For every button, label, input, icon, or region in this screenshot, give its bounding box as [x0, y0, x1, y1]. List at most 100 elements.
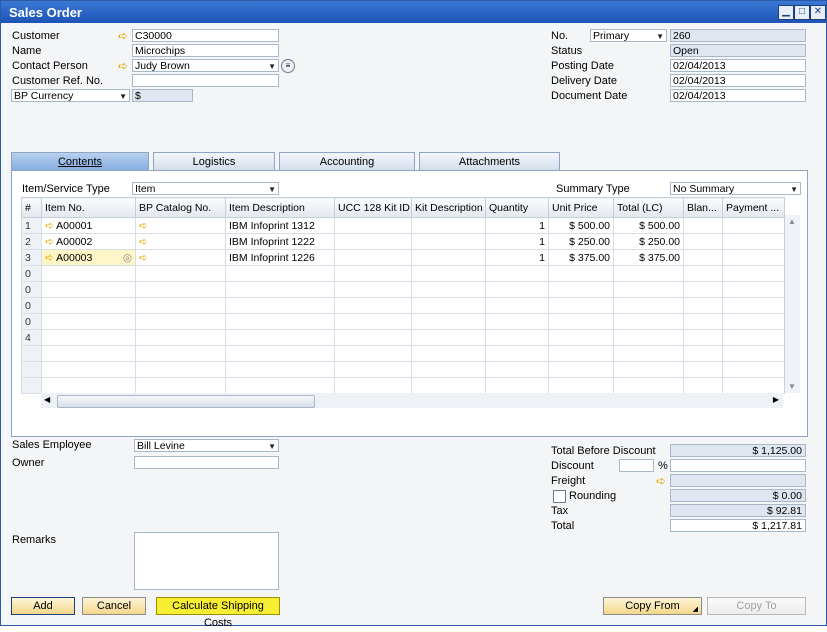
column-header[interactable]: Item Description [225, 197, 335, 218]
contact-details-icon[interactable]: ≡ [281, 59, 295, 73]
table-row[interactable]: 4 [21, 329, 785, 346]
link-arrow-icon[interactable]: ➪ [118, 30, 132, 42]
column-header[interactable]: Total (LC) [613, 197, 684, 218]
item-type-dropdown[interactable]: Item [132, 182, 279, 195]
unit-price-cell[interactable]: $ 500.00 [548, 217, 614, 234]
table-row[interactable]: 0 [21, 281, 785, 298]
summary-type-dropdown[interactable]: No Summary [670, 182, 801, 195]
table-row[interactable] [21, 345, 785, 362]
column-header[interactable]: UCC 128 Kit ID [334, 197, 412, 218]
table-row[interactable]: 0 [21, 265, 785, 282]
table-row[interactable]: 0 [21, 297, 785, 314]
bp-catalog-cell[interactable]: ➪ [135, 233, 226, 250]
column-header[interactable]: Quantity [485, 197, 549, 218]
currency-type-dropdown[interactable]: BP Currency [11, 89, 130, 102]
payment-cell[interactable] [722, 249, 785, 266]
tab-logistics[interactable]: Logistics [153, 152, 275, 170]
description-cell[interactable]: IBM Infoprint 1222 [225, 233, 335, 250]
table-horizontal-scrollbar[interactable]: ◀ ▶ [41, 393, 783, 408]
kit-description-cell[interactable] [411, 233, 486, 250]
table-row[interactable]: 1 ➪ A00001 ➪ IBM Infoprint 1312 1 $ 500.… [21, 217, 785, 234]
kit-description-cell[interactable] [411, 217, 486, 234]
quantity-cell[interactable]: 1 [485, 249, 549, 266]
ucc-kit-cell[interactable] [334, 249, 412, 266]
kit-description-cell[interactable] [411, 249, 486, 266]
discount-amount-field[interactable] [670, 459, 806, 472]
close-icon[interactable]: ✕ [810, 5, 826, 20]
description-cell[interactable]: IBM Infoprint 1312 [225, 217, 335, 234]
tab-contents[interactable]: Contents [11, 152, 149, 170]
quantity-cell[interactable]: 1 [485, 233, 549, 250]
scroll-down-icon[interactable]: ▼ [788, 382, 796, 391]
choose-from-list-icon[interactable]: ◎ [123, 252, 132, 264]
column-header[interactable]: BP Catalog No. [135, 197, 226, 218]
sales-employee-dropdown[interactable]: Bill Levine [134, 439, 279, 452]
table-row[interactable] [21, 377, 785, 394]
link-arrow-icon[interactable]: ➪ [139, 220, 148, 232]
link-arrow-icon[interactable]: ➪ [45, 220, 54, 232]
contact-person-dropdown[interactable]: Judy Brown [132, 59, 279, 72]
delivery-date-field[interactable]: 02/04/2013 [670, 74, 806, 87]
owner-field[interactable] [134, 456, 279, 469]
item-no-cell[interactable]: ➪ A00001 [41, 217, 136, 234]
table-vertical-scrollbar[interactable]: ▲ ▼ [784, 215, 800, 393]
rounding-checkbox[interactable] [553, 490, 566, 503]
quantity-cell[interactable]: 1 [485, 217, 549, 234]
column-header[interactable]: Payment ... [722, 197, 785, 218]
dropdown-corner-icon: ◢ [692, 606, 698, 613]
document-date-field[interactable]: 02/04/2013 [670, 89, 806, 102]
title-bar[interactable]: Sales Order ▁ □ ✕ [1, 1, 826, 23]
remarks-textarea[interactable] [134, 532, 279, 590]
scroll-up-icon[interactable]: ▲ [788, 217, 796, 226]
total-cell[interactable]: $ 500.00 [613, 217, 684, 234]
column-header[interactable]: Kit Description [411, 197, 486, 218]
link-arrow-icon[interactable]: ➪ [139, 252, 148, 264]
table-row[interactable]: 3 ➪ A00003 ◎ ➪ IBM Infoprint 1226 1 $ 375… [21, 249, 785, 266]
column-header[interactable]: Blan... [683, 197, 723, 218]
blanket-cell[interactable] [683, 233, 723, 250]
ucc-kit-cell[interactable] [334, 217, 412, 234]
table-row[interactable]: 2 ➪ A00002 ➪ IBM Infoprint 1222 1 $ 250.… [21, 233, 785, 250]
maximize-icon[interactable]: □ [794, 5, 810, 20]
scroll-right-icon[interactable]: ▶ [773, 395, 779, 404]
name-field[interactable]: Microchips [132, 44, 279, 57]
add-button[interactable]: Add [11, 597, 75, 615]
bp-catalog-cell[interactable]: ➪ [135, 249, 226, 266]
customer-ref-field[interactable] [132, 74, 279, 87]
payment-cell[interactable] [722, 217, 785, 234]
tab-attachments[interactable]: Attachments [419, 152, 560, 170]
column-header[interactable]: Unit Price [548, 197, 614, 218]
blanket-cell[interactable] [683, 249, 723, 266]
link-arrow-icon[interactable]: ➪ [118, 60, 132, 72]
link-arrow-icon[interactable]: ➪ [45, 236, 54, 248]
total-cell[interactable]: $ 375.00 [613, 249, 684, 266]
ucc-kit-cell[interactable] [334, 233, 412, 250]
series-dropdown[interactable]: Primary [590, 29, 667, 42]
link-arrow-icon[interactable]: ➪ [656, 475, 670, 487]
column-header[interactable]: Item No. [41, 197, 136, 218]
scroll-thumb[interactable] [57, 395, 315, 408]
unit-price-cell[interactable]: $ 375.00 [548, 249, 614, 266]
table-row[interactable]: 0 [21, 313, 785, 330]
calculate-shipping-button[interactable]: Calculate Shipping Costs [156, 597, 280, 629]
posting-date-field[interactable]: 02/04/2013 [670, 59, 806, 72]
scroll-left-icon[interactable]: ◀ [44, 395, 50, 404]
discount-percent-field[interactable] [619, 459, 654, 472]
copy-from-button[interactable]: Copy From ◢ [603, 597, 702, 615]
total-cell[interactable]: $ 250.00 [613, 233, 684, 250]
link-arrow-icon[interactable]: ➪ [139, 236, 148, 248]
column-header[interactable]: # [21, 197, 42, 218]
minimize-icon[interactable]: ▁ [778, 5, 794, 20]
item-no-cell[interactable]: ➪ A00002 [41, 233, 136, 250]
tab-accounting[interactable]: Accounting [279, 152, 415, 170]
customer-field[interactable]: C30000 [132, 29, 279, 42]
item-no-cell[interactable]: ➪ A00003 ◎ [41, 249, 136, 266]
bp-catalog-cell[interactable]: ➪ [135, 217, 226, 234]
cancel-button[interactable]: Cancel [82, 597, 146, 615]
payment-cell[interactable] [722, 233, 785, 250]
unit-price-cell[interactable]: $ 250.00 [548, 233, 614, 250]
table-row[interactable] [21, 361, 785, 378]
description-cell[interactable]: IBM Infoprint 1226 [225, 249, 335, 266]
link-arrow-icon[interactable]: ➪ [45, 252, 54, 264]
blanket-cell[interactable] [683, 217, 723, 234]
